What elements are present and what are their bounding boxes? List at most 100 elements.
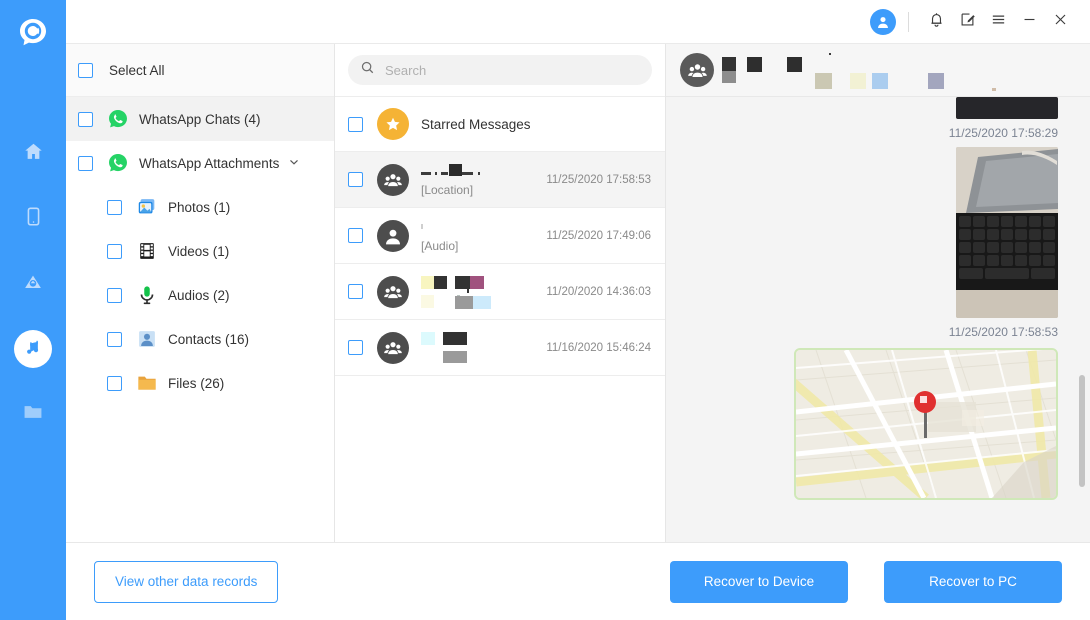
left-nav-rail xyxy=(0,0,66,620)
tree-row-contacts-16[interactable]: Contacts (16) xyxy=(66,317,334,361)
tree-row-checkbox[interactable] xyxy=(78,155,93,171)
close-icon xyxy=(1052,11,1069,33)
application-window: Select All WhatsApp Chats (4) WhatsApp At… xyxy=(0,0,1090,620)
bell-icon xyxy=(928,11,945,33)
title-bar-actions xyxy=(870,6,1076,37)
search-pill[interactable] xyxy=(348,55,652,85)
list-item-checkbox[interactable] xyxy=(348,284,363,299)
phone-icon xyxy=(23,206,44,232)
tree-row-label: Contacts (16) xyxy=(168,331,250,347)
search-input[interactable] xyxy=(385,62,640,78)
whatsapp-icon xyxy=(107,108,129,130)
starred-checkbox[interactable] xyxy=(348,116,363,132)
files-folder-icon xyxy=(136,372,158,394)
tree-row-label: Videos (1) xyxy=(168,243,230,259)
list-item-content xyxy=(421,331,546,365)
chat-header-group-avatar-icon xyxy=(680,53,714,87)
desk-photo-top[interactable] xyxy=(956,97,1058,119)
microphone-icon xyxy=(136,284,158,306)
tree-row-label: WhatsApp Chats (4) xyxy=(139,111,261,127)
message-list: Starred Messages [Location] 11/25/2020 17… xyxy=(335,97,665,542)
laptop-keyboard-photo[interactable] xyxy=(956,147,1058,318)
select-all-row[interactable]: Select All xyxy=(66,44,334,97)
list-item-checkbox[interactable] xyxy=(348,228,363,243)
tree-row-checkbox[interactable] xyxy=(107,331,122,347)
tree-row-photos-1[interactable]: Photos (1) xyxy=(66,185,334,229)
videos-icon xyxy=(136,240,158,262)
list-item-content: [Location] xyxy=(421,163,546,197)
redaction-block xyxy=(421,171,431,175)
recover-to-device-button[interactable]: Recover to Device xyxy=(670,560,848,603)
redaction-block xyxy=(467,288,469,293)
view-other-records-button[interactable]: View other data records xyxy=(94,560,279,603)
chat-header-redacted-name xyxy=(722,53,1090,91)
redaction-block xyxy=(435,171,437,175)
location-map-thumbnail[interactable] xyxy=(794,348,1058,500)
list-item-title xyxy=(421,163,546,180)
close-button[interactable] xyxy=(1045,6,1076,37)
title-bar-divider xyxy=(908,11,909,32)
redaction-block xyxy=(928,73,944,89)
select-all-checkbox[interactable] xyxy=(78,62,93,78)
tree-row-checkbox[interactable] xyxy=(107,243,122,259)
list-item[interactable]: 11/16/2020 15:46:24 xyxy=(335,320,665,376)
tree-row-whatsapp-chats-4[interactable]: WhatsApp Chats (4) xyxy=(66,97,334,141)
redaction-block xyxy=(478,171,480,175)
starred-messages-label: Starred Messages xyxy=(421,116,531,132)
title-bar xyxy=(66,0,1090,43)
list-item-checkbox[interactable] xyxy=(348,172,363,187)
redacted-text-blocks xyxy=(421,331,546,347)
group-avatar-icon xyxy=(377,275,409,308)
redaction-block xyxy=(872,73,888,89)
tree-row-videos-1[interactable]: Videos (1) xyxy=(66,229,334,273)
rail-item-files[interactable] xyxy=(14,395,52,433)
minimize-icon xyxy=(1021,11,1038,33)
feedback-button[interactable] xyxy=(952,6,983,37)
redaction-block xyxy=(443,331,467,345)
rail-item-media[interactable] xyxy=(14,330,52,368)
chat-header xyxy=(666,44,1090,97)
photos-icon xyxy=(136,196,158,218)
redaction-block xyxy=(421,275,434,289)
account-avatar[interactable] xyxy=(870,8,896,35)
select-all-label: Select All xyxy=(109,62,165,78)
redaction-block xyxy=(421,294,434,308)
list-item-starred-messages[interactable]: Starred Messages xyxy=(335,97,665,152)
rail-item-home[interactable] xyxy=(14,135,52,173)
music-note-icon xyxy=(23,337,43,362)
person-avatar-icon xyxy=(377,219,409,252)
redaction-block xyxy=(441,171,448,175)
list-item-content: [Audio] xyxy=(421,219,546,253)
rail-item-device[interactable] xyxy=(14,200,52,238)
chat-scrollbar[interactable] xyxy=(1079,375,1085,487)
recover-to-pc-button[interactable]: Recover to PC xyxy=(884,560,1062,603)
redacted-text-blocks xyxy=(421,275,546,293)
tree-row-audios-2[interactable]: Audios (2) xyxy=(66,273,334,317)
tree-row-checkbox[interactable] xyxy=(107,375,122,391)
list-item-checkbox[interactable] xyxy=(348,340,363,355)
minimize-button[interactable] xyxy=(1014,6,1045,37)
list-item-title xyxy=(421,331,546,348)
rail-item-cloud[interactable] xyxy=(14,265,52,303)
starred-label-wrap: Starred Messages xyxy=(421,116,651,133)
group-avatar-icon xyxy=(377,163,409,196)
redaction-block xyxy=(850,73,866,89)
redacted-text-blocks xyxy=(421,294,546,309)
list-item-preview: [Location] xyxy=(421,183,546,197)
tree-row-checkbox[interactable] xyxy=(78,111,93,127)
tree-row-checkbox[interactable] xyxy=(107,199,122,215)
list-item[interactable]: [Audio] 11/25/2020 17:49:06 xyxy=(335,208,665,264)
list-item[interactable]: [Location] 11/25/2020 17:58:53 xyxy=(335,152,665,208)
tree-row-checkbox[interactable] xyxy=(107,287,122,303)
notifications-button[interactable] xyxy=(921,6,952,37)
chevron-down-icon[interactable] xyxy=(288,156,300,171)
list-item-title xyxy=(421,219,546,236)
list-item-timestamp: 11/16/2020 15:46:24 xyxy=(546,341,651,354)
list-item[interactable]: 11/20/2020 14:36:03 xyxy=(335,264,665,320)
category-list: WhatsApp Chats (4) WhatsApp Attachments Ph… xyxy=(66,97,334,542)
tree-row-files-26[interactable]: Files (26) xyxy=(66,361,334,405)
tree-row-whatsapp-attachments[interactable]: WhatsApp Attachments xyxy=(66,141,334,185)
redacted-text-blocks xyxy=(421,350,546,365)
redaction-block xyxy=(462,171,473,175)
menu-button[interactable] xyxy=(983,6,1014,37)
